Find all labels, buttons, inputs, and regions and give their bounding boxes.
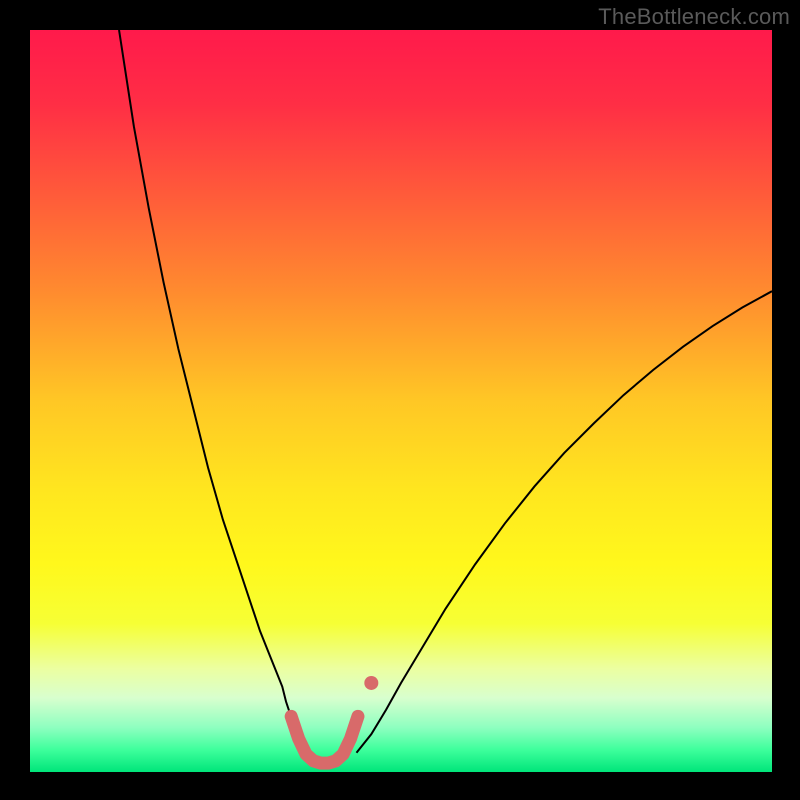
series-trough-dot-right-point <box>364 676 378 690</box>
attribution-label: TheBottleneck.com <box>598 4 790 30</box>
plot-area <box>30 30 772 772</box>
chart-container: TheBottleneck.com <box>0 0 800 800</box>
gradient-background <box>30 30 772 772</box>
chart-svg <box>30 30 772 772</box>
